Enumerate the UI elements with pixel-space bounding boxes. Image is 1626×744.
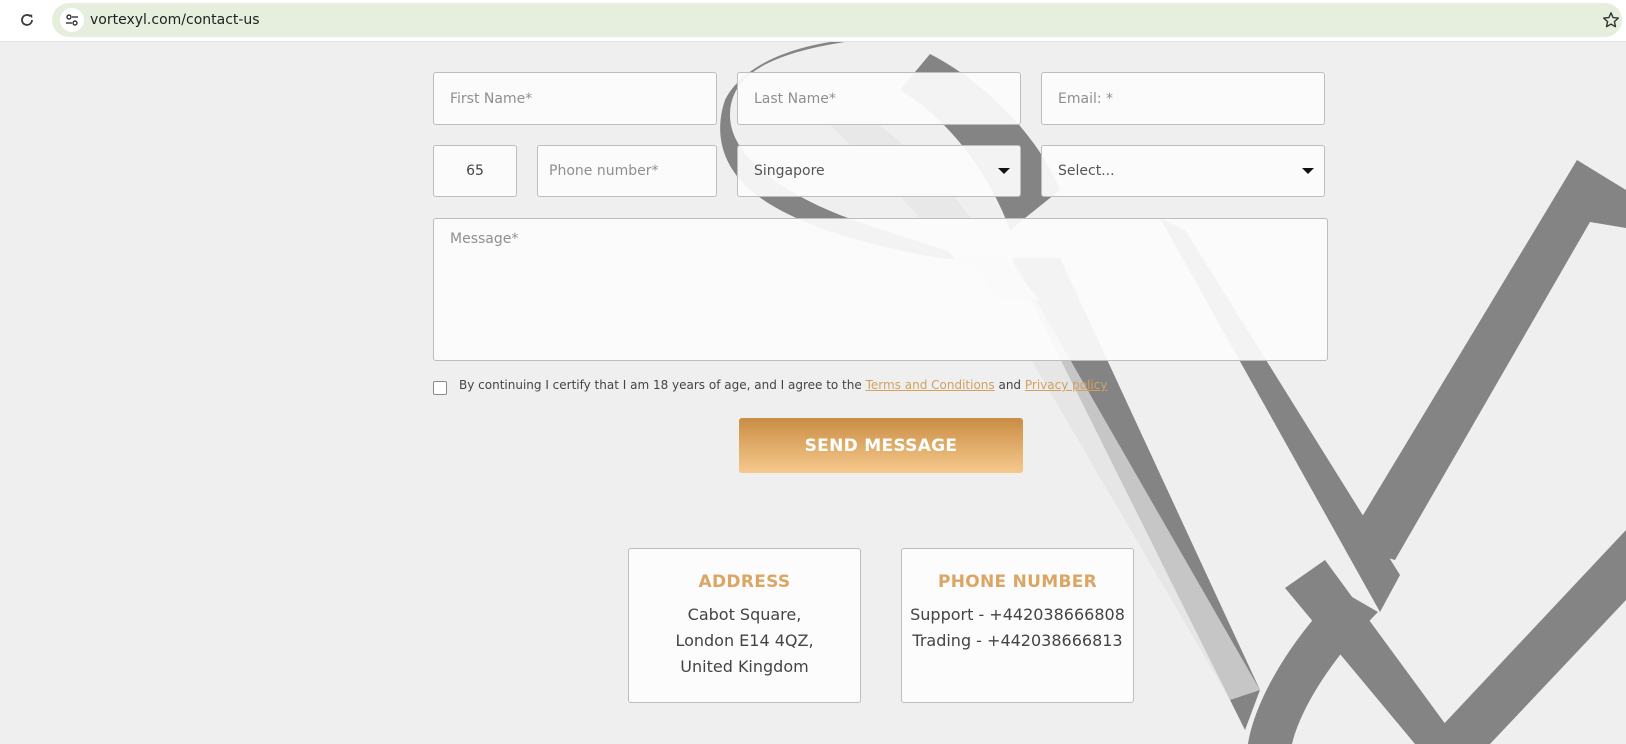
last-name-input[interactable] [737,72,1021,125]
send-message-button[interactable]: SEND MESSAGE [739,418,1023,473]
message-textarea[interactable] [433,218,1328,361]
first-name-input[interactable] [433,72,717,125]
caret-down-icon [1302,168,1314,174]
privacy-policy-link[interactable]: Privacy policy [1025,378,1108,392]
terms-and-conditions-link[interactable]: Terms and Conditions [866,378,995,392]
caret-down-icon [998,168,1010,174]
url-text[interactable]: vortexyl.com/contact-us [90,3,260,37]
phone-card: PHONE NUMBER Support - +442038666808 Tra… [901,548,1134,703]
address-line: Cabot Square, [687,605,802,624]
address-line: United Kingdom [680,657,809,676]
inquiry-type-select-value: Select... [1058,163,1115,179]
inquiry-type-select[interactable]: Select... [1041,145,1325,197]
star-icon[interactable] [1600,9,1622,31]
consent-text: By continuing I certify that I am 18 yea… [459,378,1107,392]
tune-icon[interactable] [60,8,84,32]
phone-number-input[interactable] [537,145,717,197]
trading-phone[interactable]: Trading - +442038666813 [902,628,1133,654]
email-input[interactable] [1041,72,1325,125]
address-card: ADDRESS Cabot Square, London E14 4QZ, Un… [628,548,861,703]
address-bar[interactable]: vortexyl.com/contact-us [52,3,1622,37]
country-select-value: Singapore [754,163,825,179]
address-card-title: ADDRESS [698,572,791,592]
browser-toolbar: vortexyl.com/contact-us [0,0,1626,42]
phone-card-title: PHONE NUMBER [937,572,1098,592]
consent-and: and [998,378,1022,392]
support-phone[interactable]: Support - +442038666808 [902,602,1133,628]
consent-text-before: By continuing I certify that I am 18 yea… [459,378,862,392]
country-select[interactable]: Singapore [737,145,1021,197]
consent-checkbox[interactable] [433,381,447,395]
country-code-input[interactable] [433,145,517,197]
address-line: London E14 4QZ, [675,631,814,650]
reload-icon[interactable] [16,9,38,31]
